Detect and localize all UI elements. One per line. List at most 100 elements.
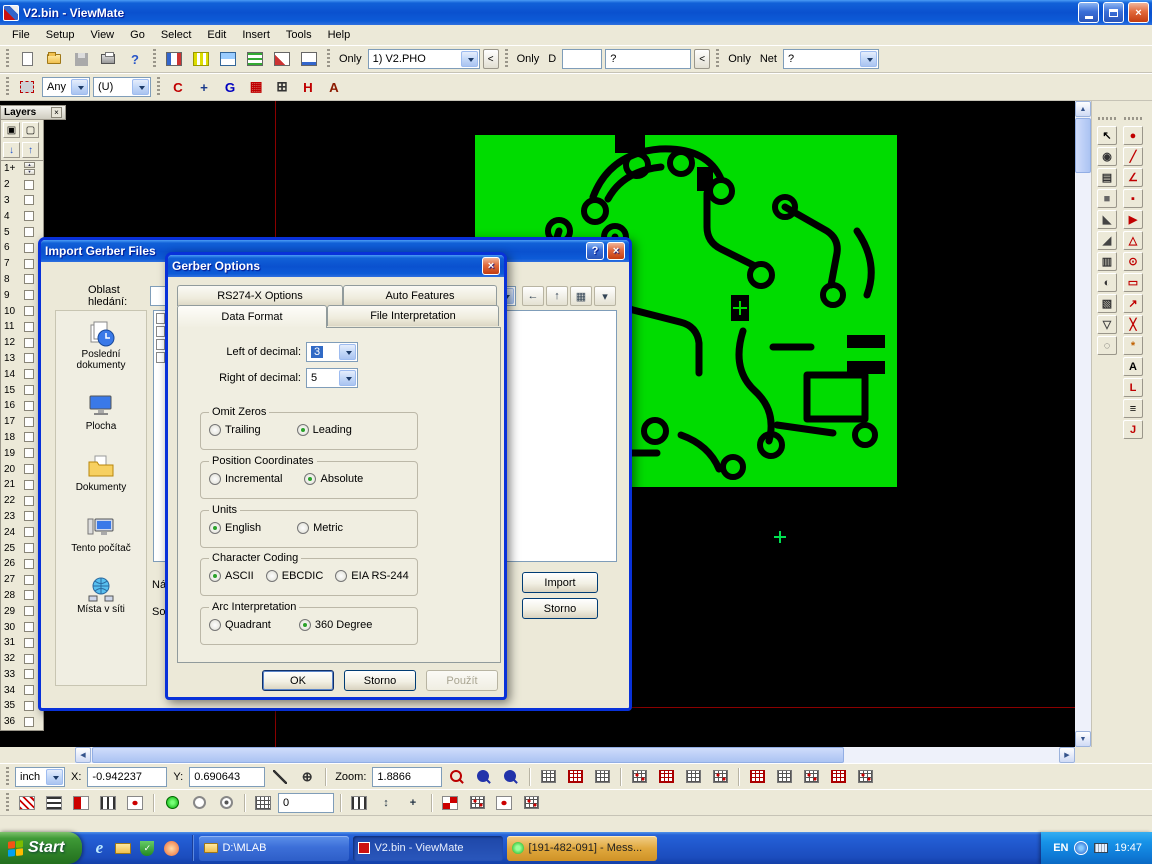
text-tool-button[interactable]: A: [1123, 357, 1143, 376]
layer-visibility-box[interactable]: [24, 417, 34, 427]
layer-visibility-box[interactable]: [24, 369, 34, 379]
layer-visibility-box[interactable]: [24, 259, 34, 269]
scroll-up-button[interactable]: ▲: [1075, 101, 1091, 117]
layer-copy-button[interactable]: ▣: [3, 122, 20, 138]
small-pad-tool-button[interactable]: ▪: [1123, 189, 1143, 208]
radio-icon[interactable]: [266, 570, 278, 582]
import-button[interactable]: Import: [522, 572, 598, 593]
rect-pad-tool-button[interactable]: ▭: [1123, 273, 1143, 292]
triangle-pad-tool-button[interactable]: △: [1123, 231, 1143, 250]
layer-row[interactable]: 25: [1, 540, 43, 556]
radio-metric[interactable]: Metric: [297, 522, 343, 534]
pattern-button[interactable]: [123, 791, 147, 814]
back-button[interactable]: ←: [522, 286, 544, 306]
angle-tool-button[interactable]: ∠: [1123, 168, 1143, 187]
layer-visibility-box[interactable]: [24, 243, 34, 253]
dot-grid-button[interactable]: [347, 791, 371, 814]
layer-visibility-box[interactable]: [24, 496, 34, 506]
anchor-button[interactable]: ↕: [374, 791, 398, 814]
layer-visibility-box[interactable]: [24, 195, 34, 205]
aperture-pattern-button[interactable]: [465, 791, 489, 814]
layer-visibility-box[interactable]: [24, 654, 34, 664]
tool-g-button[interactable]: G: [218, 76, 242, 99]
dcode-table-button[interactable]: [799, 765, 823, 788]
radio-ascii[interactable]: ASCII: [209, 570, 254, 582]
zoom-field[interactable]: 1.8866: [372, 767, 442, 787]
menu-item[interactable]: File: [4, 27, 38, 43]
close-button[interactable]: ×: [1128, 2, 1149, 23]
radio-icon[interactable]: [335, 570, 347, 582]
menu-item[interactable]: Select: [153, 27, 200, 43]
toolbar-grip[interactable]: [6, 767, 9, 787]
layer-row[interactable]: 30: [1, 619, 43, 635]
view-split-button[interactable]: [216, 48, 240, 71]
play-tool-button[interactable]: ▶: [1123, 210, 1143, 229]
layer-move-up-button[interactable]: ↑: [22, 142, 39, 158]
layer-select-combo[interactable]: 1) V2.PHO: [368, 49, 480, 69]
place-computer[interactable]: Tento počítač: [58, 515, 144, 554]
quicklaunch-shield-icon[interactable]: ✓: [138, 839, 156, 857]
unit-filter-combo[interactable]: (U): [93, 77, 151, 97]
tool-h-button[interactable]: H: [296, 76, 320, 99]
radio-checked-icon[interactable]: [297, 424, 309, 436]
restore-button[interactable]: [1103, 2, 1124, 23]
view-ruler-button[interactable]: [189, 48, 213, 71]
dcode-table-button[interactable]: [590, 765, 614, 788]
dcode-count-field[interactable]: 0: [278, 793, 334, 813]
tab-auto-features[interactable]: Auto Features: [343, 285, 497, 306]
layer-row[interactable]: 6: [1, 240, 43, 256]
radio-ebcdic[interactable]: EBCDIC: [266, 570, 324, 582]
dcode-table-button[interactable]: [654, 765, 678, 788]
print-button[interactable]: [96, 48, 120, 71]
layer-visibility-box[interactable]: [24, 622, 34, 632]
task-viewmate[interactable]: V2.bin - ViewMate: [353, 836, 503, 861]
layer-visibility-box[interactable]: [24, 606, 34, 616]
quicklaunch-ie-icon[interactable]: e: [90, 839, 108, 857]
layer-row[interactable]: 26: [1, 556, 43, 572]
pad-tool-button[interactable]: ●: [1123, 126, 1143, 145]
aperture-pattern-button[interactable]: [492, 791, 516, 814]
tool-c-button[interactable]: C: [166, 76, 190, 99]
radio-absolute[interactable]: Absolute: [304, 473, 363, 485]
layer-row[interactable]: 33: [1, 667, 43, 683]
layers-scroll-down[interactable]: ▼: [24, 169, 35, 175]
task-mlab[interactable]: D:\MLAB: [199, 836, 349, 861]
zoom-area-tool-button[interactable]: ◉: [1097, 147, 1117, 166]
layer-row[interactable]: 5: [1, 224, 43, 240]
prev-layer-button[interactable]: <: [483, 49, 499, 69]
canvas[interactable]: Layers × ▣ ▢ ↓ ↑ 1+ ▲ ▼: [0, 101, 1152, 747]
layer-row[interactable]: 4: [1, 208, 43, 224]
layer-visibility-box[interactable]: [24, 543, 34, 553]
pattern-button[interactable]: [96, 791, 120, 814]
layer-row[interactable]: 15: [1, 382, 43, 398]
layer-visibility-box[interactable]: [24, 432, 34, 442]
toolbar-grip[interactable]: [716, 49, 719, 69]
origin-button[interactable]: ⊕: [295, 765, 319, 788]
layers-close-icon[interactable]: ×: [51, 107, 62, 118]
x-coordinate-field[interactable]: -0.942237: [87, 767, 167, 787]
radio-360-degree[interactable]: 360 Degree: [299, 619, 373, 631]
dcode-table-button[interactable]: [681, 765, 705, 788]
only-dcode-toggle[interactable]: Only: [514, 53, 543, 65]
tray-keyboard-icon[interactable]: [1094, 843, 1108, 853]
layer-row[interactable]: 9: [1, 287, 43, 303]
right-decimal-combo[interactable]: 5: [306, 368, 358, 388]
menu-item[interactable]: Edit: [199, 27, 234, 43]
zoom-fit-button[interactable]: [499, 765, 523, 788]
dashed-circle-tool-button[interactable]: ◌: [1097, 336, 1117, 355]
layer-visibility-box[interactable]: [24, 385, 34, 395]
radio-checked-icon[interactable]: [209, 570, 221, 582]
clock[interactable]: 19:47: [1114, 842, 1142, 854]
context-help-button[interactable]: ?: [123, 48, 147, 71]
toolbar-grip[interactable]: [327, 49, 330, 69]
layer-row[interactable]: 32: [1, 651, 43, 667]
menu-item[interactable]: Setup: [38, 27, 83, 43]
j-hook-tool-button[interactable]: J: [1123, 420, 1143, 439]
layer-visibility-box[interactable]: [24, 685, 34, 695]
only-layer-toggle[interactable]: Only: [336, 53, 365, 65]
cancel-button[interactable]: Storno: [344, 670, 416, 691]
menu-item[interactable]: Help: [320, 27, 359, 43]
only-net-toggle[interactable]: Only: [725, 53, 754, 65]
layer-row[interactable]: 18: [1, 430, 43, 446]
layer-row[interactable]: 27: [1, 572, 43, 588]
